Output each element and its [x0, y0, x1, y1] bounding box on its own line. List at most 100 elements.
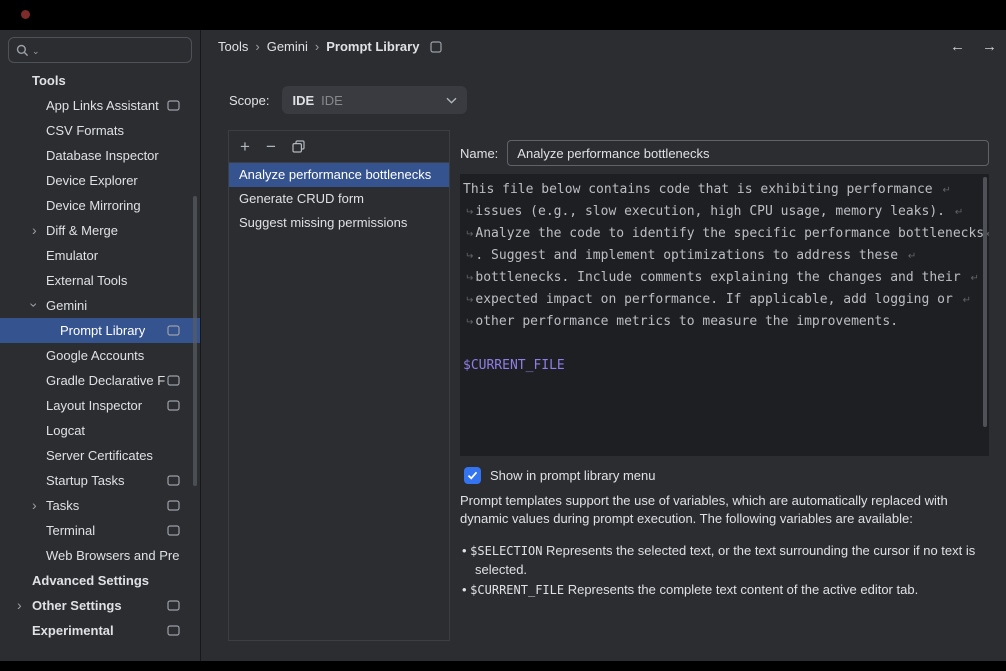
search-history-chevron-icon[interactable]: ⌄: [32, 46, 40, 57]
prompt-list-item[interactable]: Suggest missing permissions: [229, 211, 449, 235]
sidebar-item-label: Other Settings: [32, 598, 122, 613]
sidebar-item-prompt-library[interactable]: Prompt Library: [0, 318, 200, 343]
copy-icon: [292, 140, 305, 153]
chevron-right-icon[interactable]: ›: [17, 598, 22, 612]
variables-list: • $SELECTION Represents the selected tex…: [462, 542, 990, 603]
sidebar-item-tasks[interactable]: ›Tasks: [0, 493, 200, 518]
ide-scope-icon: [167, 325, 180, 336]
search-box[interactable]: ⌄: [8, 37, 192, 63]
soft-wrap-icon: ↵: [942, 185, 950, 196]
sidebar-item-web-browsers-and-pre[interactable]: Web Browsers and Pre: [0, 543, 200, 568]
scope-row: Scope: IDE IDE: [229, 86, 467, 114]
sidebar-item-emulator[interactable]: Emulator: [0, 243, 200, 268]
sidebar-item-label: Database Inspector: [46, 148, 159, 163]
ide-scope-icon: [167, 600, 180, 611]
sidebar-item-gemini[interactable]: › Gemini: [0, 293, 200, 318]
editor-line: ↵other performance metrics to measure th…: [463, 314, 983, 336]
editor-line: ↵issues (e.g., slow execution, high CPU …: [463, 204, 983, 226]
chevron-right-icon[interactable]: ›: [32, 223, 37, 237]
checkmark-icon: [467, 471, 478, 480]
name-input[interactable]: [507, 140, 989, 166]
editor-lines: This file below contains code that is ex…: [463, 182, 983, 380]
editor-line: ↵expected impact on performance. If appl…: [463, 292, 983, 314]
soft-wrap-icon: ↵: [465, 317, 473, 328]
editor-scrollbar[interactable]: [983, 177, 987, 427]
breadcrumb-separator: ›: [255, 39, 259, 54]
variables-intro: Prompt templates support the use of vari…: [460, 492, 984, 527]
scope-value: IDE: [292, 93, 314, 108]
show-in-menu-row: Show in prompt library menu: [464, 467, 655, 484]
search-input[interactable]: [43, 42, 184, 59]
editor-line: This file below contains code that is ex…: [463, 182, 983, 204]
ide-scope-icon: [167, 375, 180, 386]
ide-scope-icon: [167, 500, 180, 511]
soft-wrap-icon: ↵: [465, 229, 473, 240]
prompt-list-item[interactable]: Generate CRUD form: [229, 187, 449, 211]
soft-wrap-icon: ↵: [465, 207, 473, 218]
breadcrumb-icon[interactable]: [430, 41, 442, 53]
sidebar-item-external-tools[interactable]: External Tools: [0, 268, 200, 293]
ide-scope-icon: [167, 475, 180, 486]
sidebar-item-tools[interactable]: Tools: [0, 68, 200, 93]
variable-help-item: • $SELECTION Represents the selected tex…: [462, 542, 990, 578]
sidebar-item-label: Gemini: [46, 298, 87, 313]
breadcrumb-separator: ›: [315, 39, 319, 54]
chevron-down-icon: [446, 97, 457, 104]
soft-wrap-icon: ↵: [908, 251, 916, 262]
sidebar-scrollbar[interactable]: [193, 196, 197, 486]
scope-select[interactable]: IDE IDE: [282, 86, 467, 114]
copy-prompt-button[interactable]: [292, 140, 305, 153]
sidebar-item-gradle-declarative-f[interactable]: Gradle Declarative F: [0, 368, 200, 393]
bullet: •: [462, 582, 470, 597]
sidebar-item-database-inspector[interactable]: Database Inspector: [0, 143, 200, 168]
sidebar-item-experimental[interactable]: Experimental: [0, 618, 200, 643]
variable-name: $SELECTION: [470, 544, 542, 558]
show-in-menu-checkbox[interactable]: [464, 467, 481, 484]
chevron-down-icon[interactable]: ›: [27, 303, 41, 308]
sidebar-item-logcat[interactable]: Logcat: [0, 418, 200, 443]
sidebar-item-app-links-assistant[interactable]: App Links Assistant: [0, 93, 200, 118]
breadcrumb-item[interactable]: Tools: [218, 39, 248, 54]
chevron-right-icon[interactable]: ›: [32, 498, 37, 512]
breadcrumb-item[interactable]: Gemini: [267, 39, 308, 54]
sidebar-item-startup-tasks[interactable]: Startup Tasks: [0, 468, 200, 493]
back-button[interactable]: ←: [950, 38, 965, 55]
sidebar-item-label: External Tools: [46, 273, 127, 288]
sidebar-item-label: Prompt Library: [60, 323, 145, 338]
window-close-button[interactable]: [21, 10, 30, 19]
show-in-menu-label: Show in prompt library menu: [490, 468, 655, 483]
breadcrumb-item[interactable]: Prompt Library: [326, 39, 419, 54]
sidebar-item-device-explorer[interactable]: Device Explorer: [0, 168, 200, 193]
bullet: •: [462, 543, 470, 558]
sidebar-item-label: Web Browsers and Pre: [46, 548, 179, 563]
sidebar-item-server-certificates[interactable]: Server Certificates: [0, 443, 200, 468]
settings-tree: Tools App Links Assistant CSV Formats Datab…: [0, 68, 200, 643]
titlebar: [0, 0, 1006, 30]
remove-prompt-button[interactable]: −: [266, 138, 276, 155]
forward-button[interactable]: →: [982, 38, 997, 55]
sidebar-item-label: App Links Assistant: [46, 98, 159, 113]
settings-content: Tools › Gemini › Prompt Library ← → Scope: I…: [201, 30, 1006, 661]
prompt-text-editor[interactable]: This file below contains code that is ex…: [460, 174, 989, 456]
sidebar-item-layout-inspector[interactable]: Layout Inspector: [0, 393, 200, 418]
soft-wrap-icon: ↵: [955, 207, 963, 218]
sidebar-item-label: Layout Inspector: [46, 398, 142, 413]
sidebar-item-label: Google Accounts: [46, 348, 144, 363]
prompt-list-item[interactable]: Analyze performance bottlenecks: [229, 163, 449, 187]
editor-line: ↵bottlenecks. Include comments explainin…: [463, 270, 983, 292]
soft-wrap-icon: ↵: [970, 273, 978, 284]
sidebar-item-csv-formats[interactable]: CSV Formats: [0, 118, 200, 143]
sidebar-item-google-accounts[interactable]: Google Accounts: [0, 343, 200, 368]
name-row: Name:: [460, 140, 989, 166]
prompt-list-panel: + − Analyze performance bottlenecksGener…: [228, 130, 450, 641]
sidebar-item-other-settings[interactable]: › Other Settings: [0, 593, 200, 618]
sidebar-item-diff-merge[interactable]: ›Diff & Merge: [0, 218, 200, 243]
sidebar-item-advanced-settings[interactable]: Advanced Settings: [0, 568, 200, 593]
add-prompt-button[interactable]: +: [240, 138, 250, 155]
sidebar-item-label: Tools: [32, 73, 66, 88]
editor-line: ↵Analyze the code to identify the specif…: [463, 226, 983, 248]
sidebar-item-label: Logcat: [46, 423, 85, 438]
sidebar-item-device-mirroring[interactable]: Device Mirroring: [0, 193, 200, 218]
sidebar-item-terminal[interactable]: Terminal: [0, 518, 200, 543]
variable-description: Represents the selected text, or the tex…: [475, 543, 975, 577]
